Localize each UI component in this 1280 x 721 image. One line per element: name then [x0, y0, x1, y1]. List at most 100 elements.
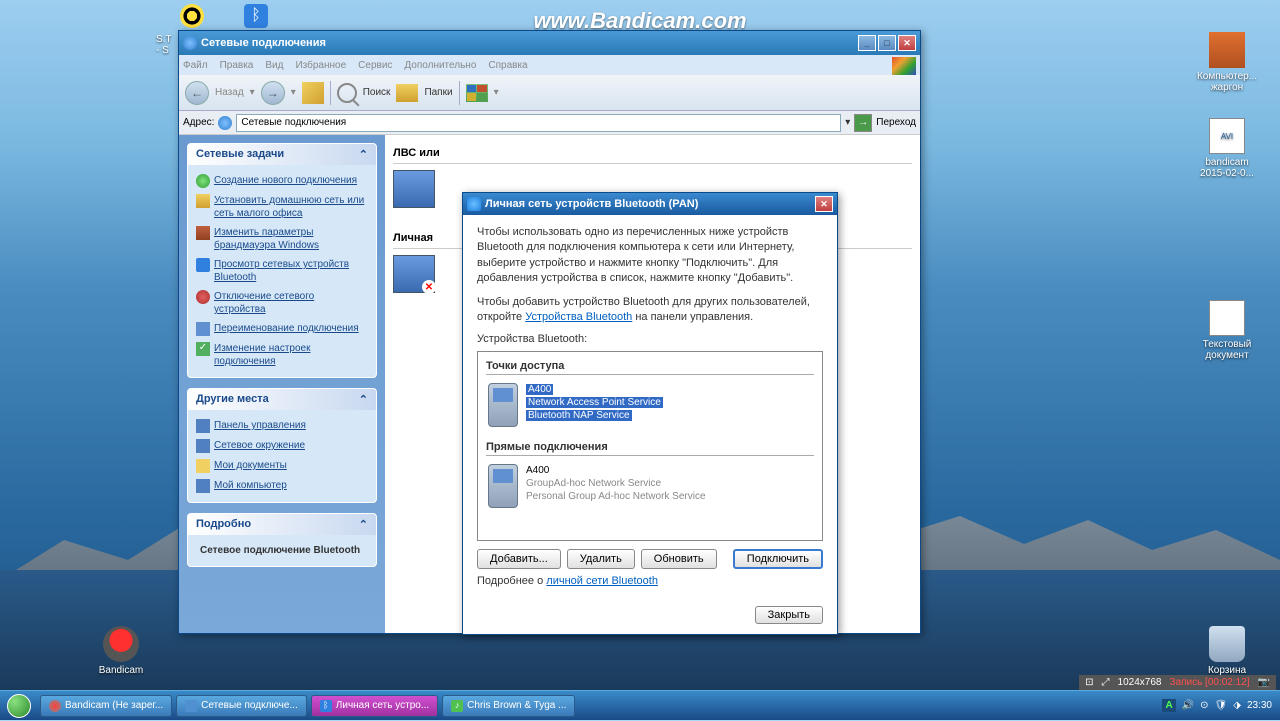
task-disable-device[interactable]: Отключение сетевого устройства	[196, 287, 368, 319]
address-input[interactable]	[236, 114, 841, 132]
group-direct: Прямые подключения	[486, 439, 814, 456]
menu-file[interactable]: Файл	[183, 60, 208, 71]
menu-help[interactable]: Справка	[488, 60, 527, 71]
address-icon	[218, 116, 232, 130]
go-button[interactable]: →	[854, 114, 872, 132]
up-folder-icon[interactable]	[302, 82, 324, 104]
desktop-icon-presentation[interactable]: Компьютер... жаргон	[1192, 32, 1262, 93]
tray-shield-icon[interactable]: 🛡	[1215, 700, 1228, 711]
desktop-icon-avi[interactable]: AVI bandicam 2015-02-0...	[1192, 118, 1262, 179]
bluetooth-connection-icon	[393, 255, 435, 293]
maximize-button[interactable]: □	[878, 35, 896, 51]
desktop-icon-textdoc[interactable]: Текстовый документ	[1192, 300, 1262, 361]
close-button[interactable]: ✕	[898, 35, 916, 51]
taskbar-item-bandicam[interactable]: Bandicam (Не зарег...	[40, 695, 172, 717]
add-button[interactable]: Добавить...	[477, 549, 561, 569]
place-network[interactable]: Сетевое окружение	[196, 436, 368, 456]
place-control-panel[interactable]: Панель управления	[196, 416, 368, 436]
window-titlebar[interactable]: Сетевые подключения _ □ ✕	[179, 31, 920, 55]
task-rename[interactable]: Переименование подключения	[196, 319, 368, 339]
network-icon	[183, 36, 197, 50]
back-button[interactable]: ←	[185, 81, 209, 105]
recording-status-bar: ⊡ ⤢ 1024x768 Запись [00:02:12] 📷	[1079, 675, 1276, 690]
task-bluetooth-devices[interactable]: Просмотр сетевых устройств Bluetooth	[196, 255, 368, 287]
details-title: Сетевое подключение Bluetooth	[196, 541, 368, 560]
bandicam-watermark: www.Bandicam.com	[533, 8, 746, 34]
menu-edit[interactable]: Правка	[220, 60, 254, 71]
tasks-header: Сетевые задачи	[196, 148, 284, 161]
collapse-icon[interactable]: ⌃	[359, 148, 368, 161]
task-firewall[interactable]: Изменить параметры брандмауэра Windows	[196, 223, 368, 255]
tray-network-icon[interactable]: ⊙	[1200, 700, 1208, 711]
menu-favorites[interactable]: Избранное	[295, 60, 346, 71]
desktop-icon-bandicam[interactable]: Bandicam	[86, 626, 156, 676]
view-mode-icon[interactable]	[466, 84, 488, 102]
device-list[interactable]: Точки доступа A400 Network Access Point …	[477, 351, 823, 541]
clock[interactable]: 23:30	[1247, 700, 1272, 711]
bluetooth-devices-link[interactable]: Устройства Bluetooth	[525, 311, 632, 323]
task-new-connection[interactable]: Создание нового подключения	[196, 171, 368, 191]
dialog-instruction-2: Чтобы добавить устройство Bluetooth для …	[477, 295, 823, 326]
windows-logo-icon	[892, 57, 916, 75]
taskbar-item-music[interactable]: ♪Chris Brown & Tyga ...	[442, 695, 575, 717]
folders-button[interactable]: Папки	[424, 87, 452, 98]
pan-help-link[interactable]: личной сети Bluetooth	[546, 575, 658, 587]
start-button[interactable]	[0, 691, 38, 721]
menu-view[interactable]: Вид	[265, 60, 283, 71]
text-file-icon	[1209, 300, 1245, 336]
back-label: Назад	[215, 87, 244, 98]
place-documents[interactable]: Мои документы	[196, 456, 368, 476]
dialog-instruction-1: Чтобы использовать одно из перечисленных…	[477, 225, 823, 287]
forward-button[interactable]: →	[261, 81, 285, 105]
delete-button[interactable]: Удалить	[567, 549, 635, 569]
sidebar: Сетевые задачи ⌃ Создание нового подключе…	[179, 135, 385, 633]
address-bar: Адрес: ▾ → Переход	[179, 111, 920, 135]
desktop-top-icons: ᛒ	[180, 4, 268, 28]
phone-icon	[488, 383, 518, 427]
task-home-network[interactable]: Установить домашнюю сеть или сеть малого…	[196, 191, 368, 223]
search-icon	[337, 83, 357, 103]
taskbar: Bandicam (Не зарег... Сетевые подключе..…	[0, 690, 1280, 720]
network-tasks-panel: Сетевые задачи ⌃ Создание нового подключе…	[187, 143, 377, 378]
lang-indicator[interactable]: A	[1162, 699, 1175, 712]
taskbar-item-network[interactable]: Сетевые подключе...	[176, 695, 307, 717]
desktop-icon-recycle[interactable]: Корзина	[1192, 626, 1262, 676]
place-computer[interactable]: Мой компьютер	[196, 476, 368, 496]
dialog-close-button[interactable]: ✕	[815, 196, 833, 212]
bluetooth-pan-dialog: Личная сеть устройств Bluetooth (PAN) ✕ …	[462, 192, 838, 635]
rec-resolution: 1024x768	[1118, 677, 1162, 688]
more-info: Подробнее о личной сети Bluetooth	[477, 575, 823, 587]
collapse-icon[interactable]: ⌃	[359, 393, 368, 406]
bluetooth-icon[interactable]: ᛒ	[244, 4, 268, 28]
details-panel: Подробно ⌃ Сетевое подключение Bluetooth	[187, 513, 377, 567]
device-a400-adhoc[interactable]: A400 GroupAd-hoc Network Service Persona…	[486, 460, 814, 512]
device-a400-nap[interactable]: A400 Network Access Point Service Blueto…	[486, 379, 814, 431]
avi-file-icon: AVI	[1209, 118, 1245, 154]
close-dialog-button[interactable]: Закрыть	[755, 606, 823, 624]
devices-label: Устройства Bluetooth:	[477, 333, 823, 345]
category-lan: ЛВС или	[393, 143, 912, 164]
taskbar-item-bluetooth[interactable]: ᛒЛичная сеть устро...	[311, 695, 438, 717]
other-places-panel: Другие места⌃ Панель управления Сетевое …	[187, 388, 377, 503]
folders-icon	[396, 84, 418, 102]
refresh-button[interactable]: Обновить	[641, 549, 717, 569]
details-header: Подробно	[196, 518, 251, 531]
dialog-title: Личная сеть устройств Bluetooth (PAN)	[485, 198, 698, 210]
phone-icon	[488, 464, 518, 508]
lan-connection-icon	[393, 170, 435, 208]
radiation-icon[interactable]	[180, 4, 204, 28]
tray-volume-icon[interactable]: 🔊	[1182, 700, 1194, 711]
task-settings[interactable]: ✓Изменение настроек подключения	[196, 339, 368, 371]
recycle-bin-icon	[1209, 626, 1245, 662]
search-button[interactable]: Поиск	[363, 87, 391, 98]
menu-extra[interactable]: Дополнительно	[404, 60, 476, 71]
toolbar: ← Назад ▾ → ▾ Поиск Папки ▾	[179, 75, 920, 111]
go-label: Переход	[876, 117, 916, 128]
connect-button[interactable]: Подключить	[733, 549, 823, 569]
system-tray[interactable]: A 🔊 ⊙ 🛡 ⬗ 23:30	[1154, 699, 1280, 712]
minimize-button[interactable]: _	[858, 35, 876, 51]
collapse-icon[interactable]: ⌃	[359, 518, 368, 531]
dialog-titlebar[interactable]: Личная сеть устройств Bluetooth (PAN) ✕	[463, 193, 837, 215]
menu-service[interactable]: Сервис	[358, 60, 392, 71]
tray-more-icon[interactable]: ⬗	[1233, 700, 1241, 711]
